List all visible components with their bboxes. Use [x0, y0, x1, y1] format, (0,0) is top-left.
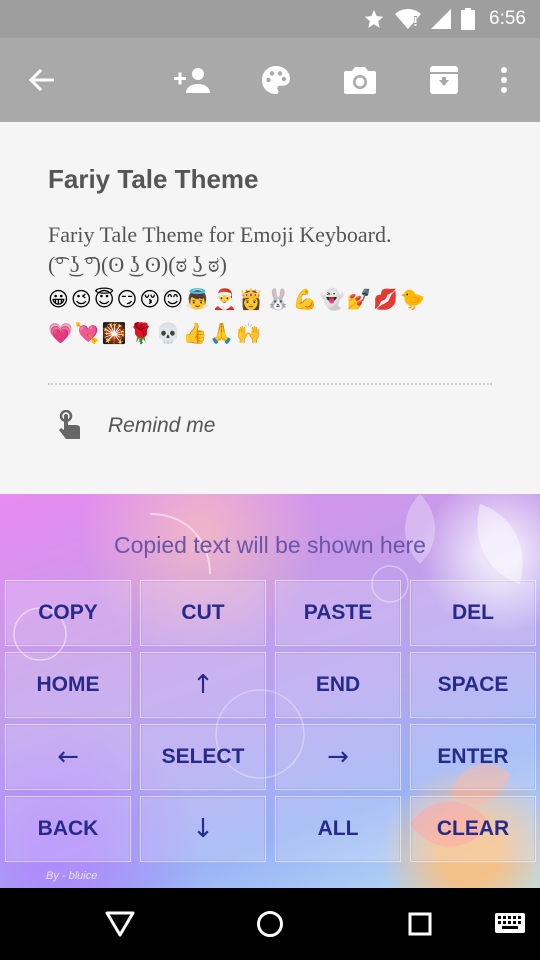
key-down-arrow[interactable]: ↓ — [140, 796, 266, 862]
key-end[interactable]: END — [275, 652, 401, 718]
keyboard: Copied text will be shown here COPY CUT … — [0, 494, 540, 888]
camera-icon[interactable] — [340, 60, 380, 100]
clipboard-hint: Copied text will be shown here — [114, 532, 426, 558]
key-all[interactable]: ALL — [275, 796, 401, 862]
key-space[interactable]: SPACE — [410, 652, 536, 718]
emoji-row-2: 💗💘🎇🌹💀👍🙏🙌 — [48, 323, 264, 345]
back-triangle-icon[interactable] — [100, 904, 140, 944]
battery-icon — [461, 8, 476, 30]
recents-square-icon[interactable] — [400, 904, 440, 944]
status-bar: 6:56 — [0, 0, 540, 38]
theme-credit: By - bluice — [46, 870, 98, 882]
key-enter[interactable]: ENTER — [410, 724, 536, 790]
divider — [48, 383, 492, 385]
key-clear[interactable]: CLEAR — [410, 796, 536, 862]
key-select[interactable]: SELECT — [140, 724, 266, 790]
key-paste[interactable]: PASTE — [275, 580, 401, 646]
key-back[interactable]: BACK — [5, 796, 131, 862]
description-line-1: Fariy Tale Theme for Emoji Keyboard. — [48, 222, 392, 247]
add-person-icon[interactable] — [172, 60, 212, 100]
remind-me-row[interactable]: Remind me — [56, 410, 215, 442]
key-home[interactable]: HOME — [5, 652, 131, 718]
home-circle-icon[interactable] — [250, 904, 290, 944]
keyboard-icon[interactable] — [490, 904, 530, 944]
signal-icon — [431, 9, 452, 29]
key-cut[interactable]: CUT — [140, 580, 266, 646]
remind-me-label: Remind me — [108, 414, 216, 437]
theme-detail: Fariy Tale Theme Fariy Tale Theme for Em… — [0, 122, 540, 494]
more-vert-icon[interactable] — [484, 60, 524, 100]
toolbar — [0, 38, 540, 122]
status-time: 6:56 — [489, 8, 526, 29]
page-title: Fariy Tale Theme — [48, 164, 259, 194]
touch-icon — [59, 410, 80, 439]
archive-icon[interactable] — [424, 60, 464, 100]
key-copy[interactable]: COPY — [5, 580, 131, 646]
palette-icon[interactable] — [256, 60, 296, 100]
key-up-arrow[interactable]: ↑ — [140, 652, 266, 718]
description-line-2: (͡° ͜ʖ ͡°)(ʘ ͜ʖ ʘ)(ಠ ͜ʖ ಠ) — [48, 252, 227, 277]
key-left-arrow[interactable]: ← — [5, 724, 131, 790]
description: Fariy Tale Theme for Emoji Keyboard. (͡°… — [48, 220, 508, 280]
navigation-bar — [0, 888, 540, 960]
emoji-row-1: 😀😉😇😏😚😊👼🎅👸🐰💪👻💅💋🐤 — [48, 289, 428, 311]
star-icon — [364, 9, 384, 28]
wifi-icon — [395, 9, 422, 29]
key-right-arrow[interactable]: → — [275, 724, 401, 790]
back-arrow-icon[interactable] — [22, 60, 62, 100]
key-del[interactable]: DEL — [410, 580, 536, 646]
